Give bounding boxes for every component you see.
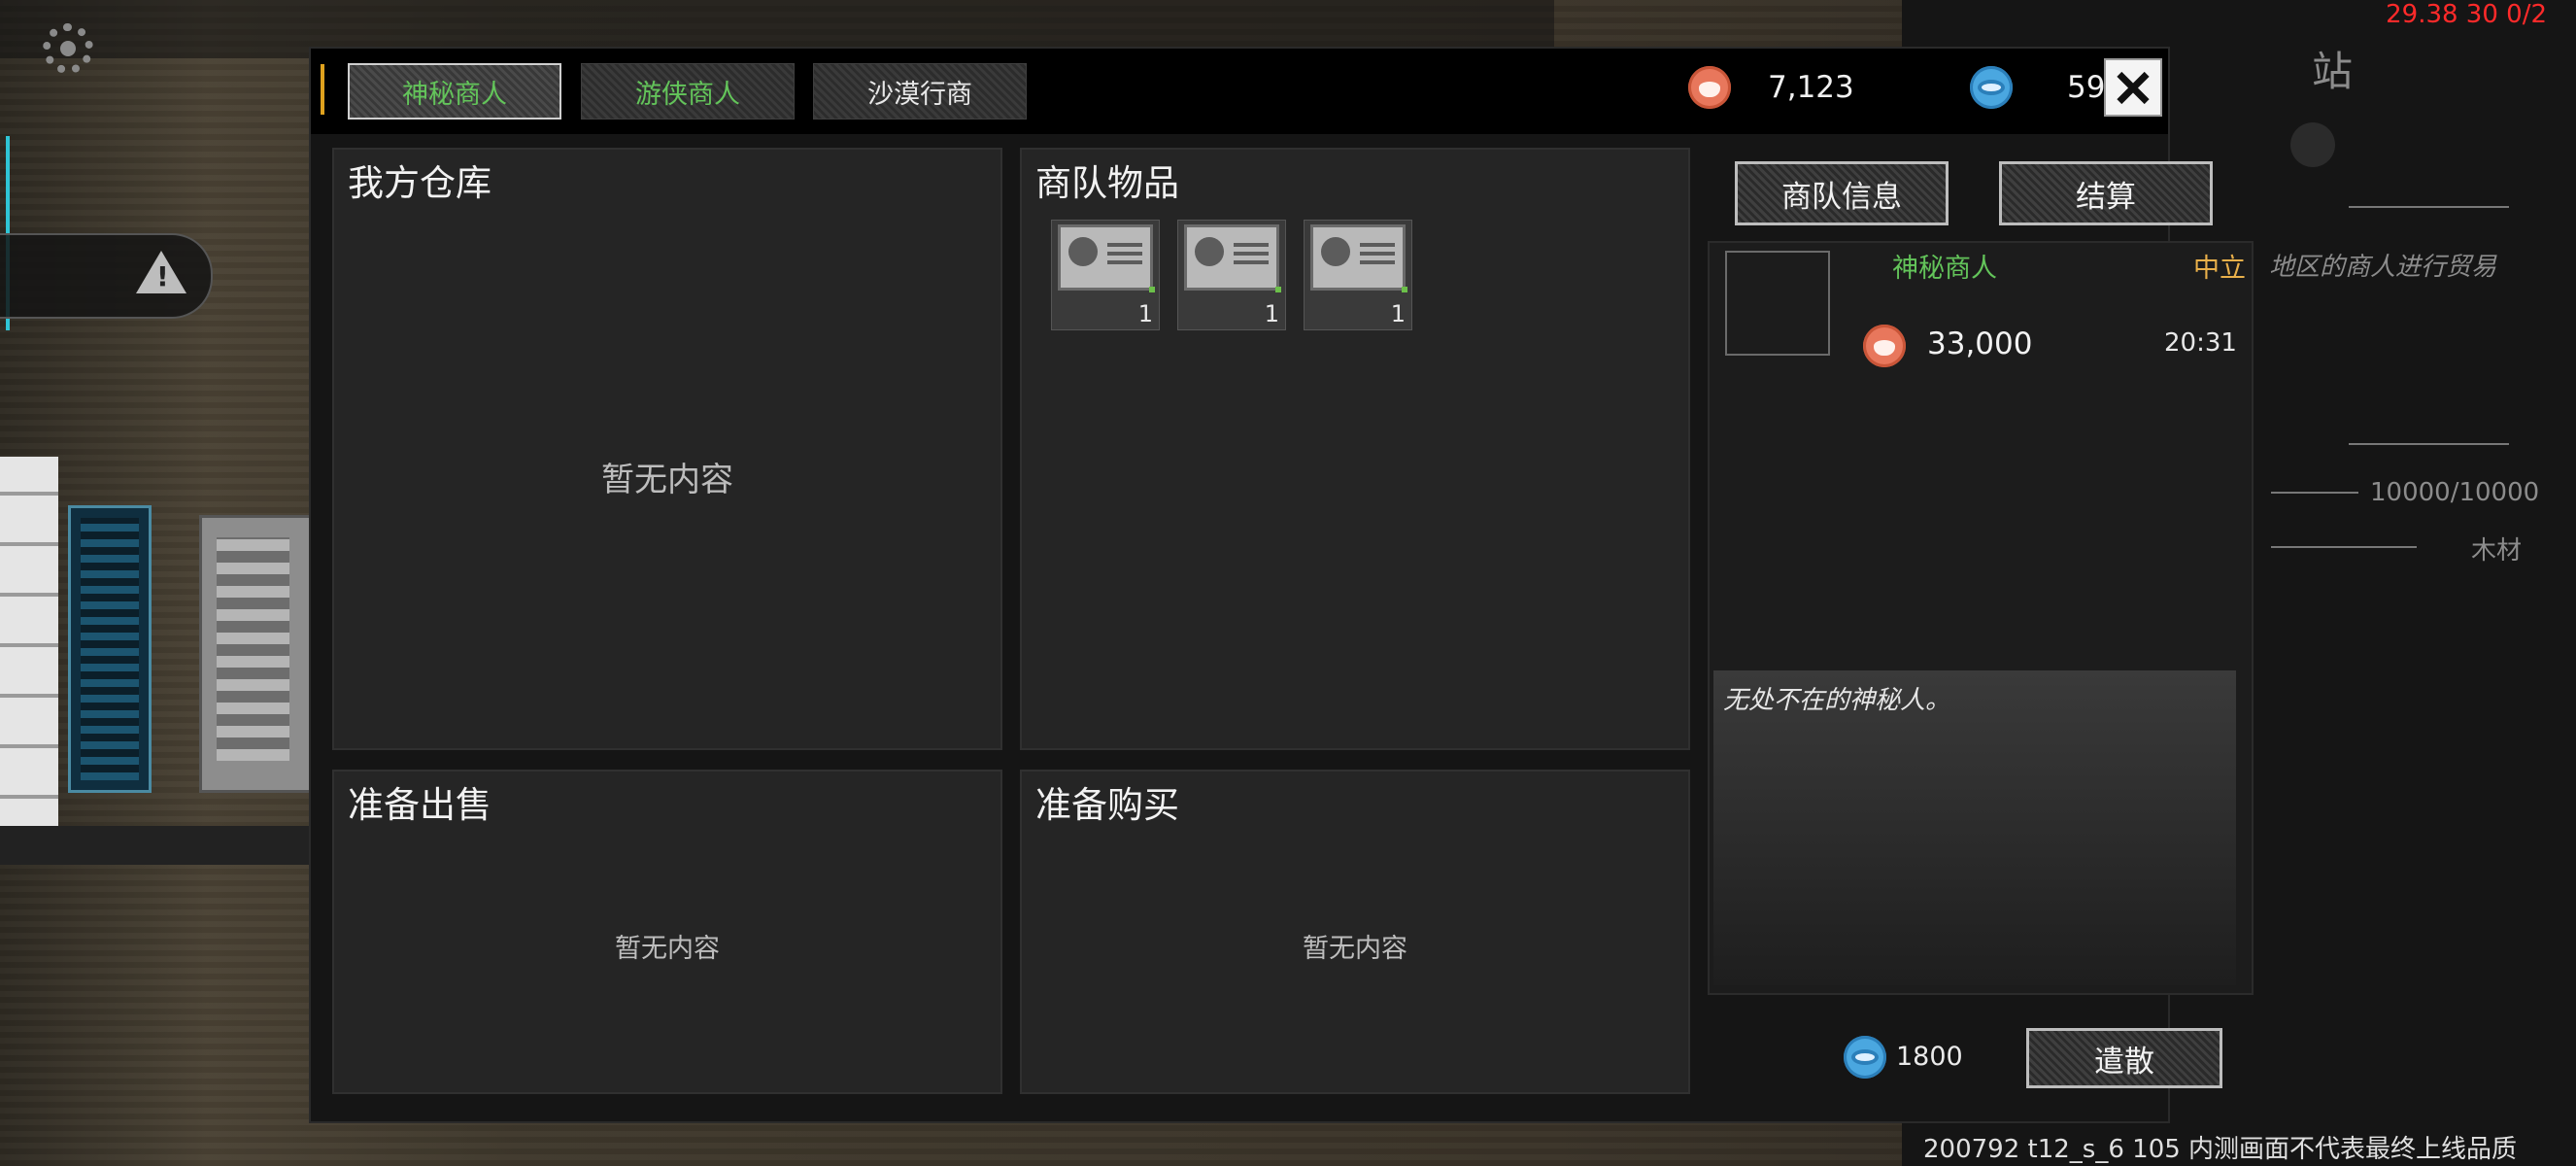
bg-divider bbox=[2349, 443, 2509, 445]
goods-item-slot[interactable]: 1 bbox=[1304, 220, 1412, 330]
tab-label: 沙漠行商 bbox=[867, 79, 972, 110]
merchant-price: 33,000 bbox=[1927, 326, 2033, 361]
item-count: 1 bbox=[1264, 300, 1279, 327]
warehouse-empty-text: 暂无内容 bbox=[601, 461, 733, 499]
buy-title: 准备购买 bbox=[1035, 784, 1179, 826]
item-count: 1 bbox=[1390, 300, 1406, 327]
machine-terminal bbox=[68, 505, 152, 793]
merchant-tab-bar: 神秘商人 游侠商人 沙漠行商 7,123 596 bbox=[311, 49, 2168, 134]
file-card-icon bbox=[1058, 224, 1153, 291]
wall bbox=[0, 826, 321, 865]
tab-desert-merchant[interactable]: 沙漠行商 bbox=[813, 63, 1027, 120]
caravan-info-label: 商队信息 bbox=[1781, 179, 1902, 215]
bg-capacity: 10000/10000 bbox=[2370, 478, 2540, 507]
gear-icon[interactable] bbox=[43, 23, 93, 74]
warning-icon[interactable] bbox=[136, 251, 186, 293]
debug-text: 29.38 30 0/2 bbox=[2386, 0, 2547, 29]
buy-empty-text: 暂无内容 bbox=[1303, 934, 1407, 964]
red-currency-icon bbox=[1688, 66, 1731, 109]
build-watermark: 200792 t12_s_6 105 内测画面不代表最终上线品质 bbox=[1923, 1135, 2518, 1164]
warehouse-title: 我方仓库 bbox=[348, 162, 491, 204]
red-currency-icon bbox=[1863, 325, 1906, 367]
dismiss-button[interactable]: 遣散 bbox=[2026, 1028, 2222, 1088]
sell-empty-text: 暂无内容 bbox=[615, 934, 720, 964]
goods-item-slot[interactable]: 1 bbox=[1177, 220, 1286, 330]
blue-currency-icon bbox=[1970, 66, 2013, 109]
blue-currency-icon bbox=[1844, 1036, 1886, 1079]
item-count: 1 bbox=[1137, 300, 1153, 327]
file-card-icon bbox=[1310, 224, 1406, 291]
bg-title-fragment: 站 bbox=[2312, 48, 2354, 95]
settle-button[interactable]: 结算 bbox=[1999, 161, 2213, 225]
merchant-stance: 中立 bbox=[2193, 254, 2246, 284]
close-button[interactable] bbox=[2104, 58, 2162, 117]
file-card-icon bbox=[1184, 224, 1279, 291]
tab-label: 游侠商人 bbox=[635, 79, 740, 110]
bg-desc-fragment: 地区的商人进行贸易 bbox=[2269, 253, 2497, 282]
settle-label: 结算 bbox=[2076, 179, 2136, 215]
dismiss-label: 遣散 bbox=[2094, 1044, 2154, 1080]
buy-panel: 准备购买 暂无内容 bbox=[1020, 770, 1690, 1094]
merchant-description-box: 无处不在的神秘人。 bbox=[1713, 670, 2236, 985]
bg-divider bbox=[2271, 546, 2417, 548]
caravan-goods-panel: 商队物品 1 1 1 bbox=[1020, 148, 1690, 750]
goods-item-slot[interactable]: 1 bbox=[1051, 220, 1160, 330]
red-currency-amount: 7,123 bbox=[1768, 70, 1854, 105]
bg-divider bbox=[2349, 206, 2509, 208]
item-badge bbox=[1275, 287, 1281, 292]
merchant-portrait bbox=[1725, 251, 1830, 356]
merchant-description: 无处不在的神秘人。 bbox=[1723, 686, 1951, 715]
floor-tiles bbox=[0, 457, 58, 845]
sell-title: 准备出售 bbox=[348, 784, 491, 826]
warehouse-panel: 我方仓库 暂无内容 bbox=[332, 148, 1002, 750]
merchant-timer: 20:31 bbox=[2164, 328, 2237, 358]
sell-panel: 准备出售 暂无内容 bbox=[332, 770, 1002, 1094]
merchant-name: 神秘商人 bbox=[1892, 254, 1997, 284]
caravan-goods-title: 商队物品 bbox=[1035, 162, 1179, 204]
tab-mysterious-merchant[interactable]: 神秘商人 bbox=[348, 63, 561, 120]
item-badge bbox=[1402, 287, 1407, 292]
tab-accent bbox=[321, 64, 324, 115]
bg-divider bbox=[2271, 492, 2358, 494]
bg-resource: 木材 bbox=[2471, 536, 2523, 566]
tab-ranger-merchant[interactable]: 游侠商人 bbox=[581, 63, 795, 120]
item-badge bbox=[1149, 287, 1155, 292]
dismiss-cost: 1800 bbox=[1896, 1042, 1963, 1072]
bg-circle bbox=[2290, 122, 2335, 167]
machine-generator bbox=[199, 515, 312, 793]
tab-label: 神秘商人 bbox=[402, 79, 507, 110]
caravan-info-button[interactable]: 商队信息 bbox=[1735, 161, 1949, 225]
